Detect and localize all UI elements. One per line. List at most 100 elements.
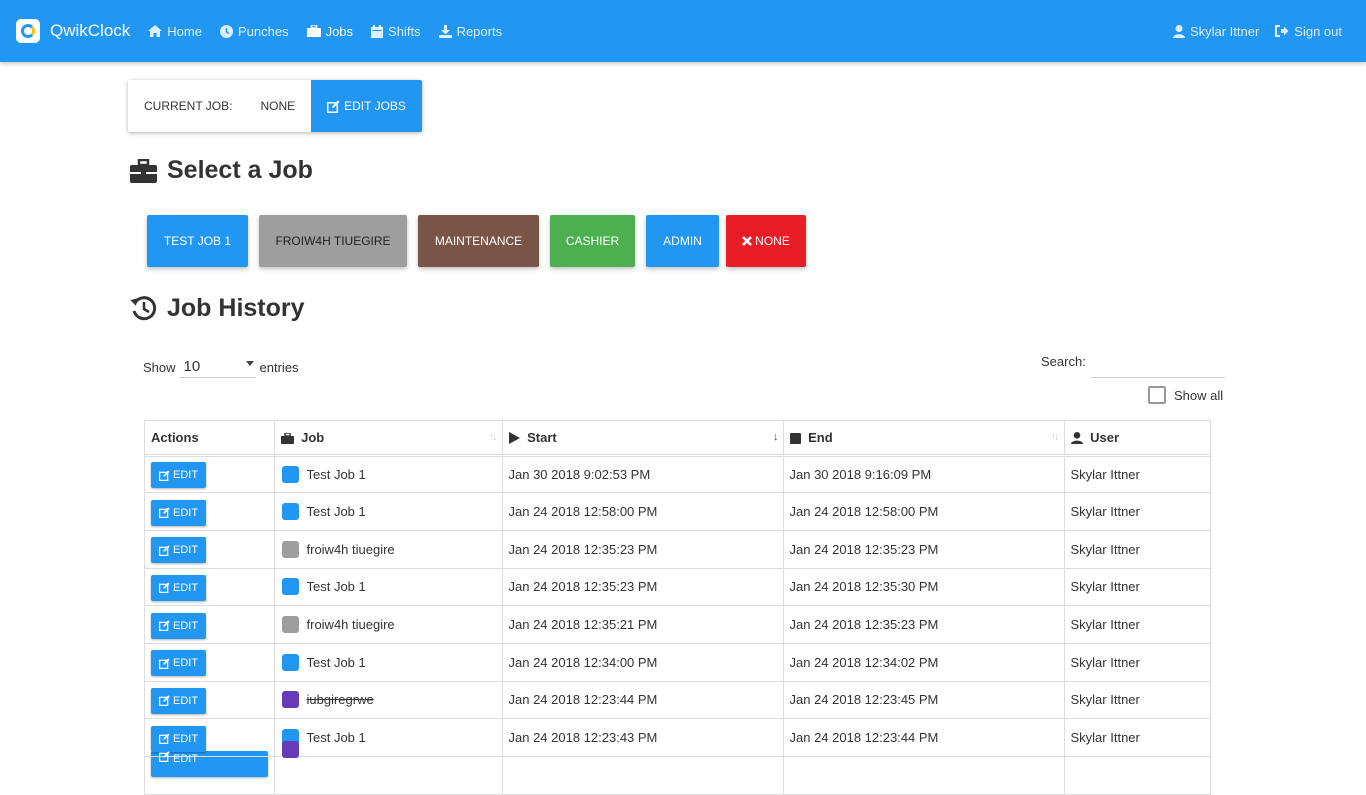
start-cell: Jan 24 2018 12:23:44 PM bbox=[502, 681, 784, 720]
nav-user-label: Skylar Ittner bbox=[1189, 23, 1260, 39]
job-cell: iubgiregrwe bbox=[274, 681, 503, 720]
job-name: iubgiregrwe bbox=[306, 692, 374, 708]
search-input[interactable] bbox=[1090, 354, 1225, 378]
table-row: EDIT Test Job 1 Jan 24 2018 12:34:00 PM Jan… bbox=[145, 643, 1210, 682]
user-cell: Skylar Ittner bbox=[1064, 643, 1210, 682]
column-header-actions: Actions bbox=[145, 421, 275, 457]
nav-shifts[interactable]: Shifts bbox=[371, 24, 421, 39]
search-control: Search: bbox=[1041, 354, 1225, 378]
edit-icon bbox=[159, 470, 170, 481]
nav-user[interactable]: Skylar Ittner bbox=[1172, 23, 1260, 39]
calendar-icon bbox=[371, 24, 384, 38]
job-button-froiw4h-tiuegire[interactable]: FROIW4H TIUEGIRE bbox=[259, 215, 407, 267]
job-button-label: TEST JOB 1 bbox=[163, 234, 232, 248]
end-cell: Jan 30 2018 9:16:09 PM bbox=[783, 455, 1065, 494]
home-icon bbox=[148, 25, 163, 37]
job-button-label: CASHIER bbox=[565, 234, 620, 248]
edit-label: EDIT bbox=[173, 694, 199, 707]
job-button-label: MAINTENANCE bbox=[434, 234, 523, 248]
job-button-cashier[interactable]: CASHIER bbox=[550, 215, 635, 267]
nav-jobs[interactable]: Jobs bbox=[306, 24, 353, 39]
search-label: Search: bbox=[1041, 354, 1086, 369]
edit-jobs-button[interactable]: EDIT JOBS bbox=[311, 80, 422, 132]
edit-icon bbox=[159, 582, 170, 594]
job-color-swatch bbox=[281, 540, 299, 558]
column-label: Actions bbox=[151, 429, 199, 445]
chevron-down-icon bbox=[245, 361, 254, 366]
actions-cell: EDIT bbox=[145, 605, 275, 644]
edit-button[interactable]: EDIT bbox=[151, 462, 207, 489]
edit-button[interactable]: EDIT bbox=[151, 499, 207, 526]
actions-cell: EDIT bbox=[145, 643, 275, 682]
job-name: Test Job 1 bbox=[306, 730, 366, 746]
job-button-group: TEST JOB 1 FROIW4H TIUEGIRE MAINTENANCE … bbox=[147, 215, 817, 267]
end-cell bbox=[783, 756, 1065, 795]
job-cell: Test Job 1 bbox=[274, 455, 503, 494]
edit-label: EDIT bbox=[173, 732, 199, 745]
start-cell bbox=[502, 756, 784, 795]
nav-punches[interactable]: Punches bbox=[219, 24, 289, 39]
select-job-heading: Select a Job bbox=[130, 156, 313, 185]
edit-button[interactable]: EDIT bbox=[151, 687, 207, 714]
edit-label: EDIT bbox=[173, 506, 199, 519]
column-label: Start bbox=[527, 429, 557, 445]
edit-label: EDIT bbox=[173, 619, 199, 632]
edit-button[interactable]: EDIT bbox=[151, 751, 268, 777]
current-job-card: CURRENT JOB: NONE EDIT JOBS bbox=[128, 80, 422, 132]
end-cell: Jan 24 2018 12:23:45 PM bbox=[783, 681, 1065, 720]
job-color-swatch bbox=[281, 653, 299, 671]
user-icon bbox=[1070, 431, 1083, 444]
edit-label: EDIT bbox=[173, 544, 199, 557]
edit-button[interactable]: EDIT bbox=[151, 537, 207, 564]
user-cell: Skylar Ittner bbox=[1064, 681, 1210, 720]
table-row: EDIT Test Job 1 Jan 24 2018 12:23:43 PM Jan… bbox=[145, 718, 1210, 757]
end-cell: Jan 24 2018 12:58:00 PM bbox=[783, 492, 1065, 531]
nav-signout[interactable]: Sign out bbox=[1275, 24, 1342, 39]
column-header-start[interactable]: Start ↓ bbox=[502, 421, 784, 457]
job-name: froiw4h tiuegire bbox=[306, 541, 395, 557]
show-all-checkbox[interactable] bbox=[1148, 386, 1166, 404]
column-header-end[interactable]: End ↑↓ bbox=[783, 421, 1065, 457]
clock-icon bbox=[219, 24, 233, 38]
sign-out-icon bbox=[1275, 25, 1289, 37]
app-logo-icon bbox=[16, 19, 40, 43]
app-title: QwikClock bbox=[50, 21, 131, 40]
nav-home-label: Home bbox=[167, 23, 202, 39]
job-button-maintenance[interactable]: MAINTENANCE bbox=[418, 215, 539, 267]
show-all-control[interactable]: Show all bbox=[1148, 386, 1223, 404]
column-header-job[interactable]: Job ↑↓ bbox=[274, 421, 503, 457]
start-cell: Jan 24 2018 12:35:21 PM bbox=[502, 605, 784, 644]
start-cell: Jan 24 2018 12:35:23 PM bbox=[502, 530, 784, 569]
entries-value: 10 bbox=[183, 358, 201, 375]
start-cell: Jan 24 2018 12:58:00 PM bbox=[502, 492, 784, 531]
table-body: EDIT Test Job 1 Jan 30 2018 9:02:53 PM Jan … bbox=[145, 455, 1210, 795]
job-color-swatch bbox=[281, 616, 299, 634]
edit-button[interactable]: EDIT bbox=[151, 574, 207, 601]
job-color-swatch bbox=[281, 503, 299, 521]
edit-label: EDIT bbox=[173, 657, 199, 670]
entries-select[interactable]: 10 bbox=[179, 356, 256, 378]
table-row: EDIT bbox=[145, 741, 1210, 795]
briefcase-icon bbox=[130, 158, 157, 183]
column-label: User bbox=[1090, 429, 1120, 445]
edit-button[interactable]: EDIT bbox=[151, 612, 207, 639]
edit-label: EDIT bbox=[173, 469, 199, 482]
job-button-none[interactable]: NONE bbox=[726, 215, 806, 267]
job-button-test-job-1[interactable]: TEST JOB 1 bbox=[147, 215, 248, 267]
column-label: Job bbox=[301, 429, 325, 445]
user-cell: Skylar Ittner bbox=[1064, 455, 1210, 494]
edit-button[interactable]: EDIT bbox=[151, 725, 207, 752]
column-header-user: User bbox=[1064, 421, 1210, 457]
job-cell: Test Job 1 bbox=[274, 718, 503, 757]
brand[interactable]: QwikClock bbox=[16, 19, 130, 43]
edit-button[interactable]: EDIT bbox=[151, 650, 207, 677]
job-color-swatch bbox=[281, 578, 299, 596]
entries-label: entries bbox=[259, 359, 299, 375]
nav-home[interactable]: Home bbox=[148, 24, 202, 39]
job-name: Test Job 1 bbox=[306, 579, 366, 595]
job-button-label: NONE bbox=[755, 234, 790, 248]
nav-reports[interactable]: Reports bbox=[438, 24, 502, 39]
job-name: Test Job 1 bbox=[306, 466, 366, 482]
nav-shifts-label: Shifts bbox=[388, 23, 421, 39]
job-button-admin[interactable]: ADMIN bbox=[646, 215, 719, 267]
